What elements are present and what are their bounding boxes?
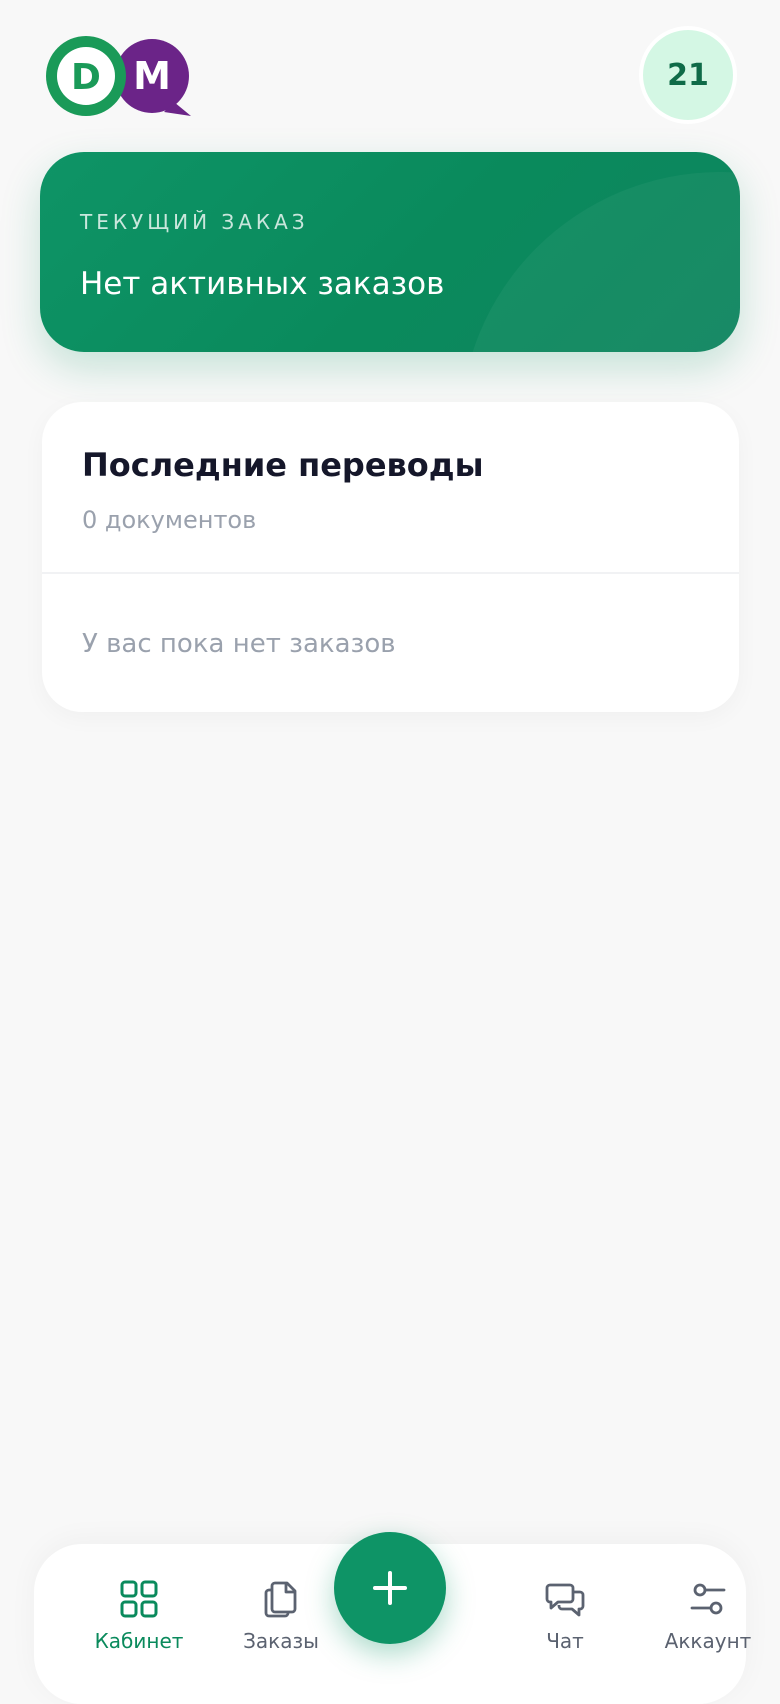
nav-item-account[interactable]: Аккаунт	[648, 1579, 768, 1653]
logo-letter-m: M	[133, 54, 171, 98]
empty-orders-message: У вас пока нет заказов	[82, 629, 396, 659]
recent-document-count: 0 документов	[82, 506, 257, 534]
nav-item-orders[interactable]: Заказы	[221, 1579, 341, 1653]
settings-icon	[690, 1583, 726, 1615]
grid-icon	[120, 1580, 158, 1618]
nav-item-chat[interactable]: Чат	[505, 1579, 625, 1653]
recent-title: Последние переводы	[82, 446, 484, 484]
nav-label-account: Аккаунт	[664, 1629, 752, 1653]
current-order-label: ТЕКУЩИЙ ЗАКАЗ	[80, 210, 309, 234]
nav-item-cabinet[interactable]: Кабинет	[79, 1579, 199, 1653]
logo-letter-d: D	[71, 57, 101, 98]
logo-d-ring: D	[46, 36, 126, 116]
new-order-button[interactable]	[334, 1532, 446, 1644]
brand-logo: M D	[46, 34, 196, 120]
divider	[42, 572, 739, 574]
recent-translations-card: Последние переводы 0 документов У вас по…	[42, 402, 739, 712]
plus-icon	[373, 1571, 407, 1605]
profile-avatar[interactable]: 21	[643, 30, 733, 120]
nav-label-chat: Чат	[546, 1629, 584, 1653]
nav-label-orders: Заказы	[243, 1629, 319, 1653]
avatar-label: 21	[667, 57, 709, 93]
card-decoration	[460, 172, 740, 352]
logo-m-bubble: M	[115, 39, 191, 116]
nav-label-cabinet: Кабинет	[94, 1629, 184, 1653]
current-order-card[interactable]: ТЕКУЩИЙ ЗАКАЗ Нет активных заказов	[40, 152, 740, 352]
current-order-status: Нет активных заказов	[80, 266, 445, 302]
documents-icon	[264, 1581, 297, 1618]
chat-icon	[545, 1583, 585, 1617]
